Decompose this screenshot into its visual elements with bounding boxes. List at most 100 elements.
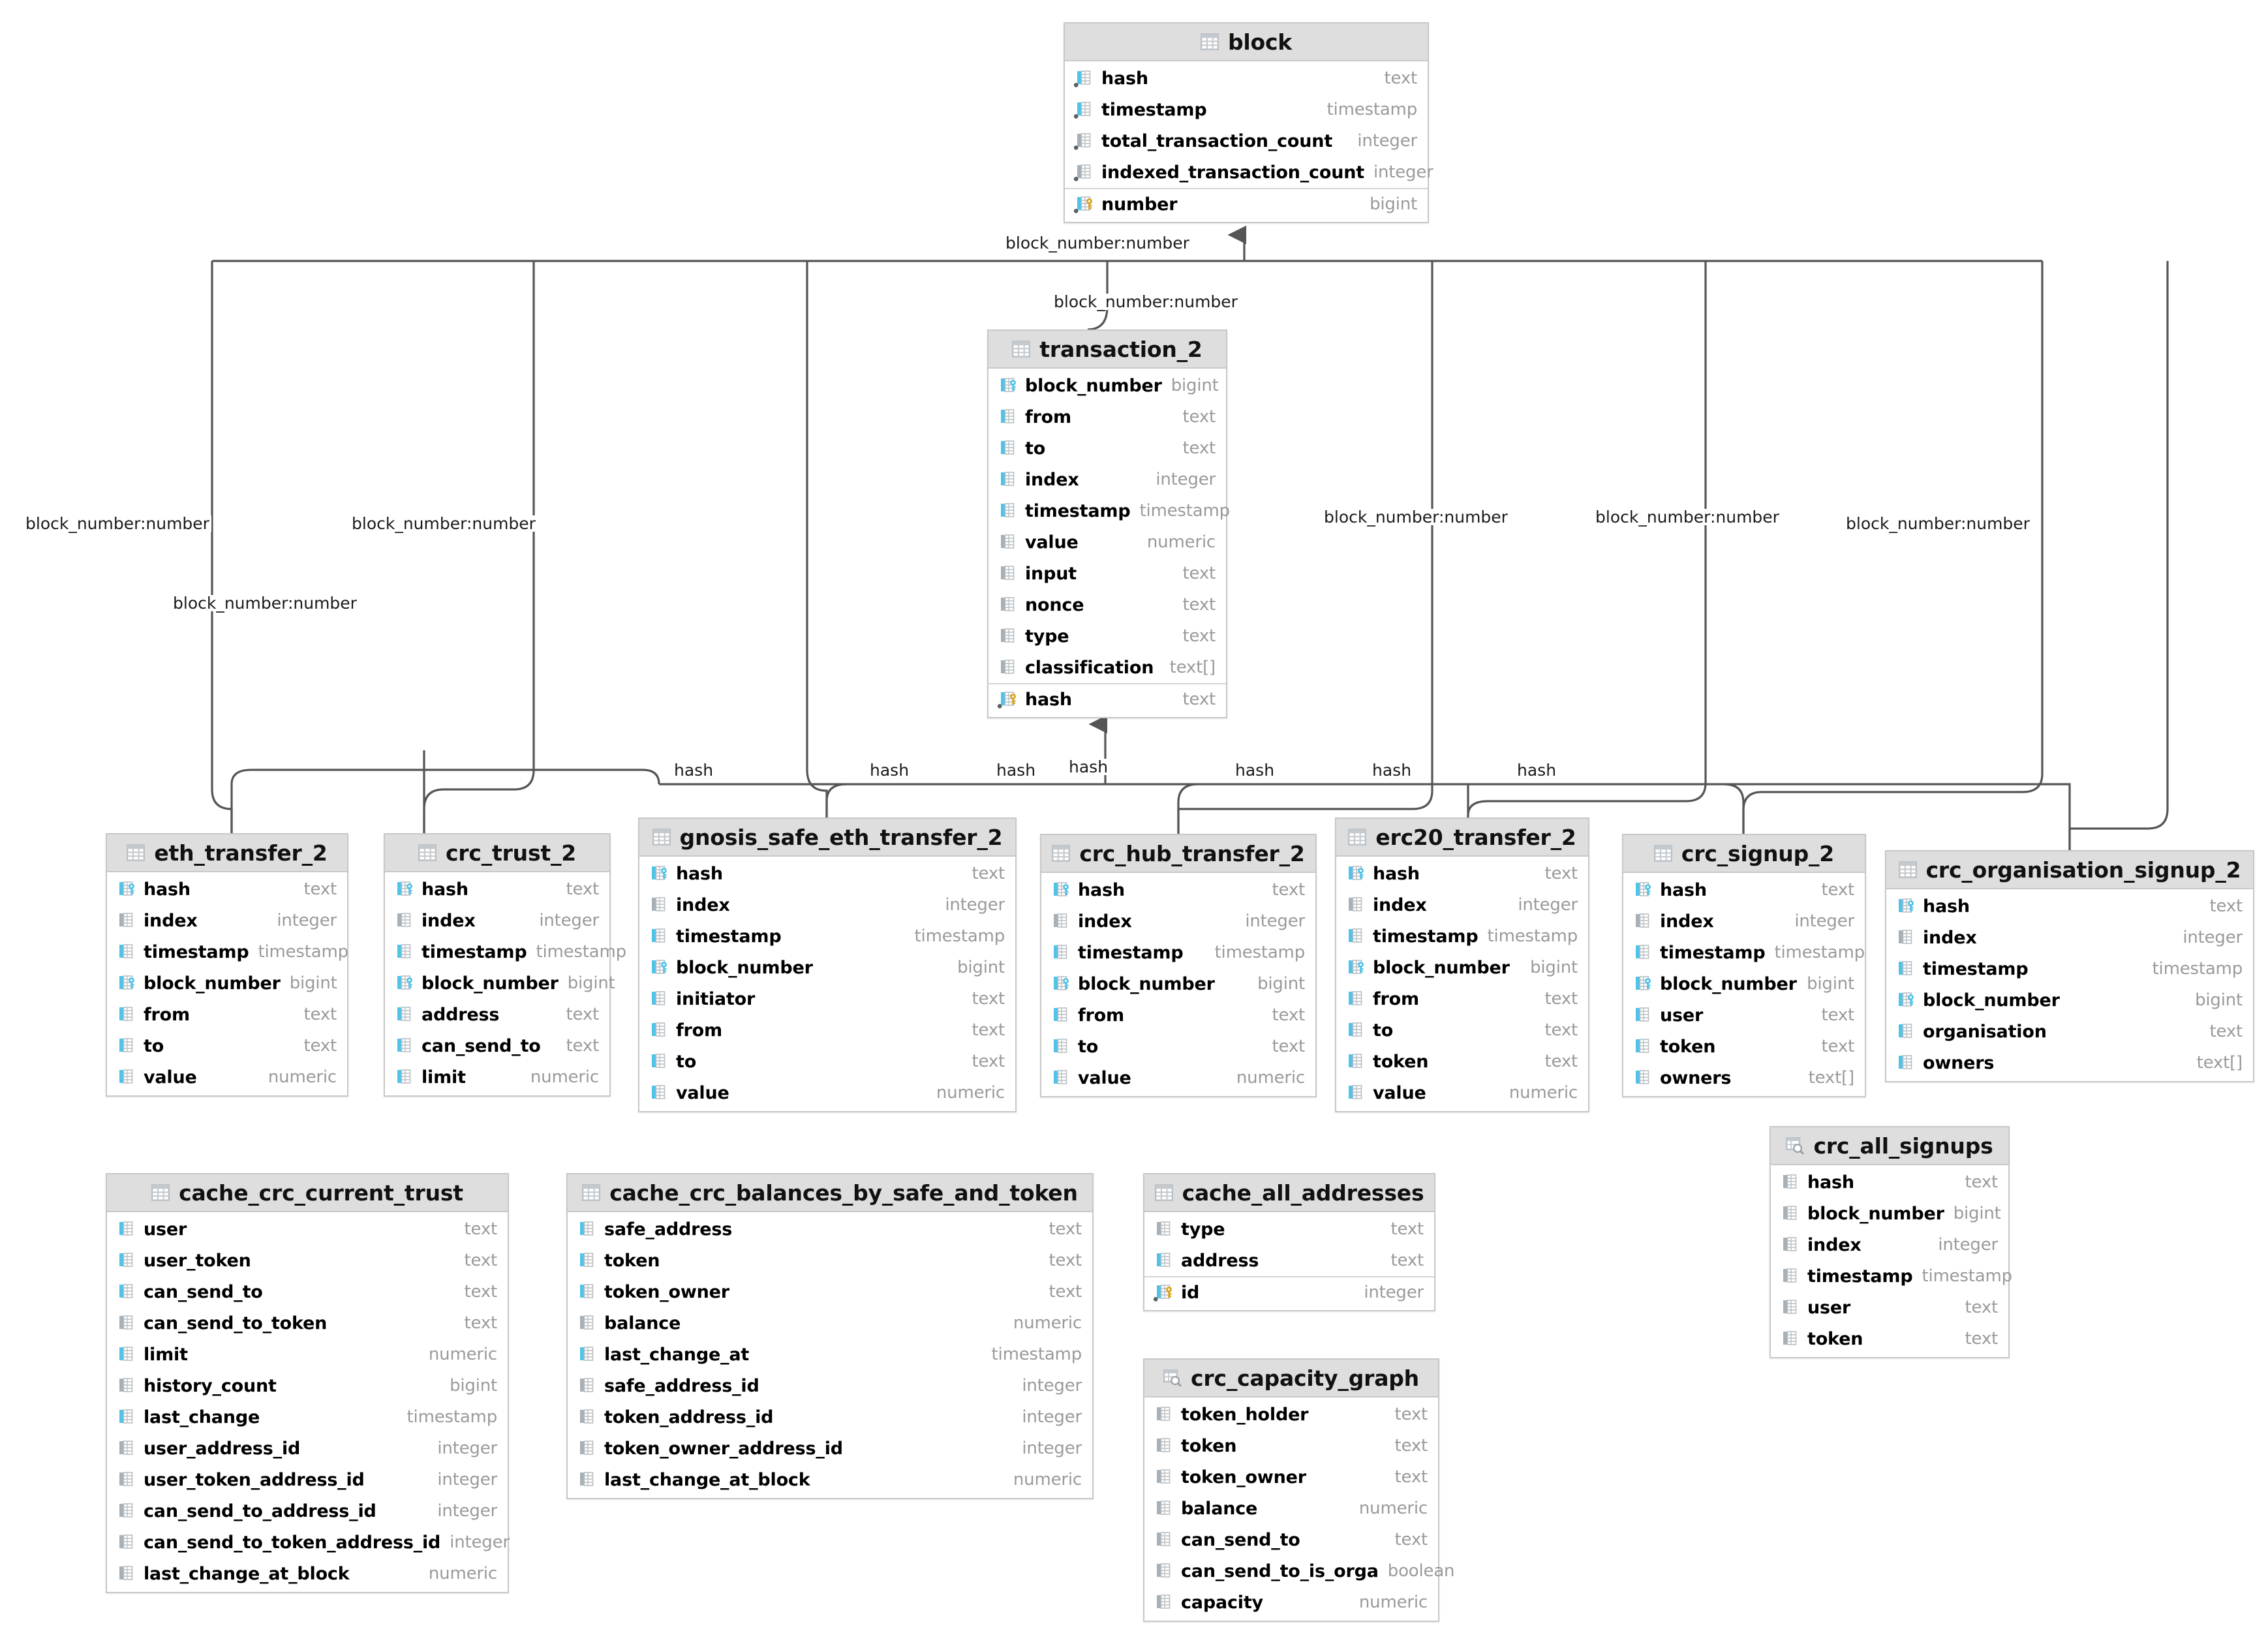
entity-header[interactable]: block	[1065, 23, 1428, 61]
entity-crc_signup_2[interactable]: crc_signup_2 hash text index integer timestam…	[1622, 834, 1866, 1097]
column-row[interactable]: token text	[1771, 1323, 2008, 1354]
entity-header[interactable]: cache_crc_balances_by_safe_and_token	[568, 1174, 1092, 1212]
column-row[interactable]: user_address_id integer	[107, 1433, 508, 1464]
column-row[interactable]: last_change_at_block numeric	[107, 1558, 508, 1589]
entity-gnosis_safe_eth_transfer_2[interactable]: gnosis_safe_eth_transfer_2 hash text index i…	[638, 817, 1017, 1112]
column-row[interactable]: to text	[107, 1030, 347, 1061]
column-row[interactable]: block_number bigint	[1771, 1198, 2008, 1229]
column-row[interactable]: token text	[1336, 1046, 1588, 1077]
entity-eth_transfer_2[interactable]: eth_transfer_2 hash text index integer timest…	[106, 833, 348, 1097]
column-row[interactable]: id integer	[1144, 1276, 1434, 1307]
column-row[interactable]: safe_address_id integer	[568, 1370, 1092, 1401]
entity-header[interactable]: cache_crc_current_trust	[107, 1174, 508, 1212]
column-row[interactable]: can_send_to text	[107, 1276, 508, 1307]
column-row[interactable]: can_send_to_is_orga boolean	[1144, 1555, 1455, 1587]
column-row[interactable]: number bigint	[1065, 188, 1428, 219]
column-row[interactable]: can_send_to text	[385, 1030, 609, 1061]
column-row[interactable]: timestamp timestamp	[1886, 953, 2253, 984]
entity-header[interactable]: eth_transfer_2	[107, 834, 347, 872]
column-row[interactable]: address text	[385, 999, 609, 1030]
column-row[interactable]: index integer	[1623, 906, 1865, 937]
column-row[interactable]: timestamp timestamp	[1336, 921, 1588, 952]
column-row[interactable]: from text	[1041, 999, 1315, 1031]
column-row[interactable]: token_address_id integer	[568, 1401, 1092, 1433]
column-row[interactable]: input text	[988, 558, 1226, 589]
column-row[interactable]: value numeric	[1041, 1062, 1315, 1093]
entity-header[interactable]: crc_all_signups	[1771, 1127, 2008, 1165]
column-row[interactable]: token_owner text	[568, 1276, 1092, 1307]
column-row[interactable]: initiator text	[639, 983, 1015, 1015]
column-row[interactable]: classification text[]	[988, 652, 1226, 683]
entity-header[interactable]: erc20_transfer_2	[1336, 819, 1588, 857]
column-row[interactable]: hash text	[988, 683, 1226, 714]
column-row[interactable]: from text	[107, 999, 347, 1030]
column-row[interactable]: token text	[568, 1245, 1092, 1276]
column-row[interactable]: timestamp timestamp	[988, 495, 1230, 526]
column-row[interactable]: limit numeric	[107, 1339, 508, 1370]
entity-crc_all_signups[interactable]: crc_all_signups hash text block_number bigin…	[1770, 1126, 2012, 1358]
column-row[interactable]: index integer	[1771, 1229, 2008, 1260]
column-row[interactable]: from text	[988, 401, 1226, 433]
column-row[interactable]: index integer	[107, 905, 347, 936]
column-row[interactable]: timestamp timestamp	[1771, 1260, 2012, 1292]
column-row[interactable]: hash text	[1065, 63, 1428, 94]
column-row[interactable]: index integer	[1336, 889, 1588, 921]
column-row[interactable]: user_token text	[107, 1245, 508, 1276]
entity-transaction_2[interactable]: transaction_2 block_number bigint from text t…	[987, 329, 1230, 718]
column-row[interactable]: timestamp timestamp	[1623, 937, 1865, 968]
column-row[interactable]: can_send_to_token_address_id integer	[107, 1527, 510, 1558]
column-row[interactable]: block_number bigint	[1336, 952, 1588, 983]
entity-crc_organisation_signup_2[interactable]: crc_organisation_signup_2 hash text index in…	[1885, 850, 2254, 1082]
column-row[interactable]: hash text	[1336, 858, 1588, 889]
column-row[interactable]: value numeric	[639, 1077, 1015, 1108]
column-row[interactable]: hash text	[1041, 874, 1315, 906]
column-row[interactable]: limit numeric	[385, 1061, 609, 1093]
column-row[interactable]: token text	[1144, 1430, 1438, 1461]
column-row[interactable]: block_number bigint	[1623, 968, 1865, 999]
entity-header[interactable]: crc_trust_2	[385, 834, 609, 872]
column-row[interactable]: token_owner_address_id integer	[568, 1433, 1092, 1464]
column-row[interactable]: owners text[]	[1886, 1047, 2253, 1078]
column-row[interactable]: organisation text	[1886, 1016, 2253, 1047]
entity-crc_capacity_graph[interactable]: crc_capacity_graph token_holder text token t…	[1143, 1358, 1455, 1622]
column-row[interactable]: hash text	[1771, 1167, 2008, 1198]
column-row[interactable]: user text	[1771, 1292, 2008, 1323]
column-row[interactable]: block_number bigint	[639, 952, 1015, 983]
column-row[interactable]: value numeric	[1336, 1077, 1588, 1108]
column-row[interactable]: hash text	[385, 874, 609, 905]
column-row[interactable]: hash text	[107, 874, 347, 905]
entity-header[interactable]: transaction_2	[988, 331, 1226, 369]
column-row[interactable]: from text	[1336, 983, 1588, 1015]
column-row[interactable]: to text	[988, 433, 1226, 464]
entity-crc_trust_2[interactable]: crc_trust_2 hash text index integer timestamp…	[384, 833, 626, 1097]
column-row[interactable]: nonce text	[988, 589, 1226, 620]
entity-header[interactable]: cache_all_addresses	[1144, 1174, 1434, 1212]
column-row[interactable]: timestamp timestamp	[385, 936, 626, 968]
column-row[interactable]: index integer	[385, 905, 609, 936]
column-row[interactable]: token_owner text	[1144, 1461, 1438, 1493]
entity-block[interactable]: block hash text timestamp timestamp total_tra…	[1064, 22, 1433, 223]
column-row[interactable]: timestamp timestamp	[107, 936, 348, 968]
entity-cache_crc_balances_by_safe_and_token[interactable]: cache_crc_balances_by_safe_and_tokensafe…	[566, 1173, 1094, 1499]
entity-erc20_transfer_2[interactable]: erc20_transfer_2 hash text index integer time…	[1335, 817, 1589, 1112]
column-row[interactable]: block_number bigint	[107, 968, 347, 999]
entity-header[interactable]: crc_organisation_signup_2	[1886, 851, 2253, 889]
column-row[interactable]: index integer	[1041, 906, 1315, 937]
column-row[interactable]: index integer	[639, 889, 1015, 921]
column-row[interactable]: can_send_to_address_id integer	[107, 1495, 508, 1527]
entity-header[interactable]: gnosis_safe_eth_transfer_2	[639, 819, 1015, 857]
entity-cache_all_addresses[interactable]: cache_all_addresses type text address text id…	[1143, 1173, 1435, 1311]
entity-header[interactable]: crc_signup_2	[1623, 835, 1865, 873]
entity-header[interactable]: crc_hub_transfer_2	[1041, 835, 1315, 873]
column-row[interactable]: block_number bigint	[1041, 968, 1315, 999]
entity-header[interactable]: crc_capacity_graph	[1144, 1360, 1438, 1397]
column-row[interactable]: value numeric	[988, 526, 1226, 558]
column-row[interactable]: type text	[1144, 1213, 1434, 1245]
column-row[interactable]: index integer	[988, 464, 1226, 495]
column-row[interactable]: block_number bigint	[1886, 984, 2253, 1016]
column-row[interactable]: capacity numeric	[1144, 1587, 1438, 1618]
column-row[interactable]: to text	[1041, 1031, 1315, 1062]
column-row[interactable]: value numeric	[107, 1061, 347, 1093]
column-row[interactable]: to text	[639, 1046, 1015, 1077]
column-row[interactable]: can_send_to_token text	[107, 1307, 508, 1339]
